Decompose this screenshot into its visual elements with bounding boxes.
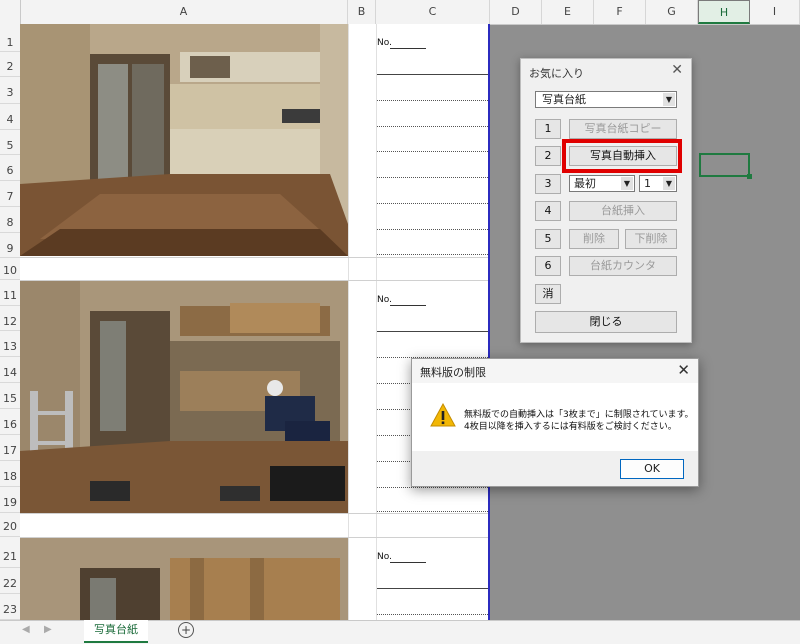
number-5-button[interactable]: 5 bbox=[535, 229, 561, 249]
site-photo-1[interactable] bbox=[20, 24, 348, 256]
selected-cell[interactable] bbox=[699, 153, 750, 177]
row-header[interactable]: 21 bbox=[0, 537, 20, 568]
row-header[interactable]: 9 bbox=[0, 233, 20, 258]
column-header-b[interactable]: B bbox=[348, 0, 376, 24]
clear-button[interactable]: 消 bbox=[535, 284, 561, 304]
photo-no-label: No. bbox=[377, 552, 392, 562]
column-header-bar: A B C D E F G H I bbox=[0, 0, 800, 25]
column-header-d[interactable]: D bbox=[490, 0, 542, 24]
insert-count-value: 1 bbox=[644, 177, 651, 190]
dialog-message-line-2: 4枚目以降を挿入するには有料版をご検討ください。 bbox=[464, 422, 677, 432]
number-1-button[interactable]: 1 bbox=[535, 119, 561, 139]
row-header[interactable]: 6 bbox=[0, 155, 20, 181]
row-header[interactable]: 10 bbox=[0, 258, 20, 280]
row-header-bar: 1 2 3 4 5 6 7 8 9 10 11 12 13 14 15 16 1… bbox=[0, 24, 21, 620]
row-header[interactable]: 19 bbox=[0, 487, 20, 513]
number-6-button[interactable]: 6 bbox=[535, 256, 561, 276]
site-photo-3[interactable] bbox=[20, 538, 348, 620]
add-sheet-icon[interactable]: + bbox=[178, 622, 194, 638]
photo-no-label: No. bbox=[377, 38, 392, 48]
row-header[interactable]: 3 bbox=[0, 77, 20, 104]
select-all-corner[interactable] bbox=[0, 0, 21, 24]
row-header[interactable]: 13 bbox=[0, 331, 20, 357]
row-header[interactable]: 4 bbox=[0, 104, 20, 130]
mount-counter-button[interactable]: 台紙カウンタ bbox=[569, 256, 677, 276]
row-header[interactable]: 16 bbox=[0, 409, 20, 435]
dialog-title: 無料版の制限 bbox=[420, 366, 486, 379]
chevron-down-icon: ▼ bbox=[663, 93, 675, 106]
row-header[interactable]: 23 bbox=[0, 594, 20, 620]
site-photo-2[interactable] bbox=[20, 281, 348, 513]
column-header-e[interactable]: E bbox=[542, 0, 594, 24]
delete-button[interactable]: 削除 bbox=[569, 229, 619, 249]
photo-no-label: No. bbox=[377, 295, 392, 305]
print-area-border bbox=[488, 24, 490, 620]
close-icon[interactable]: ✕ bbox=[677, 361, 690, 379]
column-header-f[interactable]: F bbox=[594, 0, 646, 24]
close-panel-button[interactable]: 閉じる bbox=[535, 311, 677, 333]
delete-below-button[interactable]: 下削除 bbox=[625, 229, 677, 249]
insert-mount-button[interactable]: 台紙挿入 bbox=[569, 201, 677, 221]
row-header[interactable]: 2 bbox=[0, 52, 20, 77]
dialog-titlebar: 無料版の制限 ✕ bbox=[412, 359, 698, 383]
column-header-a[interactable]: A bbox=[20, 0, 348, 24]
row-header[interactable]: 22 bbox=[0, 568, 20, 594]
insert-position-select[interactable]: 最初 ▼ bbox=[569, 175, 635, 192]
column-header-i[interactable]: I bbox=[750, 0, 800, 24]
chevron-down-icon: ▼ bbox=[663, 177, 675, 190]
copy-mount-button[interactable]: 写真台紙コピー bbox=[569, 119, 677, 139]
row-header[interactable]: 18 bbox=[0, 461, 20, 487]
column-header-g[interactable]: G bbox=[646, 0, 698, 24]
ok-button[interactable]: OK bbox=[620, 459, 684, 479]
scroll-left-icon[interactable]: ◀ bbox=[22, 624, 30, 635]
row-header[interactable]: 1 bbox=[0, 24, 20, 52]
number-3-button[interactable]: 3 bbox=[535, 174, 561, 194]
highlight-box bbox=[562, 139, 682, 173]
number-2-button[interactable]: 2 bbox=[535, 146, 561, 166]
row-header[interactable]: 15 bbox=[0, 383, 20, 409]
column-header-h[interactable]: H bbox=[698, 0, 750, 24]
favorites-panel: お気に入り ✕ 写真台紙 ▼ 1 写真台紙コピー 2 写真自動挿入 3 最初 ▼… bbox=[520, 58, 692, 343]
close-icon[interactable]: ✕ bbox=[671, 62, 683, 78]
column-header-c[interactable]: C bbox=[376, 0, 490, 24]
row-header[interactable]: 20 bbox=[0, 513, 20, 537]
row-header[interactable]: 7 bbox=[0, 181, 20, 207]
scroll-right-icon[interactable]: ▶ bbox=[44, 624, 52, 635]
insert-count-select[interactable]: 1 ▼ bbox=[639, 175, 677, 192]
row-header[interactable]: 17 bbox=[0, 435, 20, 461]
number-4-button[interactable]: 4 bbox=[535, 201, 561, 221]
photo-mount-sheet[interactable]: No. No. No. bbox=[20, 24, 490, 620]
row-header[interactable]: 5 bbox=[0, 130, 20, 155]
favorites-dropdown-value: 写真台紙 bbox=[542, 93, 586, 106]
favorites-title: お気に入り bbox=[529, 67, 584, 80]
insert-position-value: 最初 bbox=[574, 177, 596, 190]
warning-icon bbox=[430, 402, 456, 430]
favorites-dropdown[interactable]: 写真台紙 ▼ bbox=[535, 91, 677, 108]
row-header[interactable]: 12 bbox=[0, 306, 20, 331]
row-header[interactable]: 8 bbox=[0, 207, 20, 233]
row-header[interactable]: 11 bbox=[0, 280, 20, 306]
limit-dialog: 無料版の制限 ✕ 無料版での自動挿入は「3枚まで」に制限されています。 4枚目以… bbox=[411, 358, 699, 487]
fill-handle[interactable] bbox=[747, 174, 752, 179]
sheet-tab[interactable]: 写真台紙 bbox=[84, 620, 148, 643]
row-header[interactable]: 14 bbox=[0, 357, 20, 383]
chevron-down-icon: ▼ bbox=[621, 177, 633, 190]
